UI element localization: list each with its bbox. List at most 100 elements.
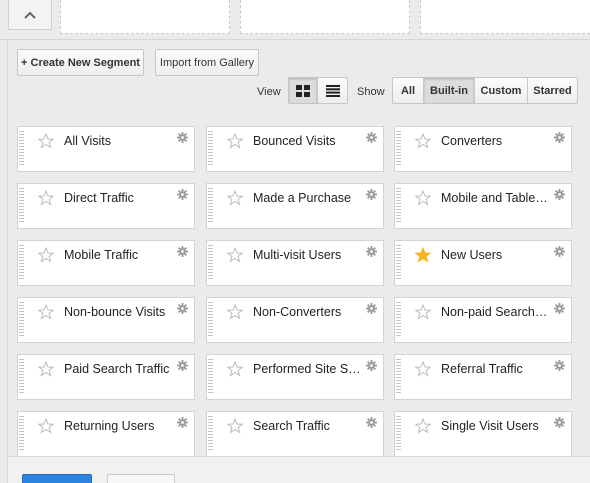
drag-handle[interactable] — [396, 188, 401, 224]
gear-icon[interactable] — [366, 132, 377, 143]
segment-tile[interactable]: Converters — [394, 126, 572, 172]
star-icon[interactable] — [38, 133, 54, 149]
segment-tile[interactable]: Search Traffic — [206, 411, 384, 457]
gear-icon[interactable] — [177, 303, 188, 314]
segment-name: Referral Traffic — [441, 362, 523, 376]
star-icon[interactable] — [415, 133, 431, 149]
drag-handle[interactable] — [208, 416, 213, 452]
segment-tile[interactable]: Paid Search Traffic — [17, 354, 195, 400]
star-icon[interactable] — [227, 133, 243, 149]
star-icon[interactable] — [415, 418, 431, 434]
filter-starred-button[interactable]: Starred — [528, 78, 577, 103]
gear-icon[interactable] — [177, 132, 188, 143]
gear-icon[interactable] — [366, 246, 377, 257]
star-icon[interactable] — [38, 418, 54, 434]
star-icon[interactable] — [38, 190, 54, 206]
star-icon[interactable] — [227, 418, 243, 434]
star-icon[interactable] — [227, 247, 243, 263]
gear-icon[interactable] — [177, 417, 188, 428]
grid-view-button[interactable] — [289, 78, 319, 103]
gear-icon[interactable] — [554, 132, 565, 143]
drag-handle[interactable] — [396, 359, 401, 395]
segment-name: Converters — [441, 134, 503, 148]
segment-slot[interactable] — [60, 0, 230, 34]
segment-tile[interactable]: Performed Site S… — [206, 354, 384, 400]
view-label: View — [257, 86, 281, 98]
segment-tile[interactable]: New Users — [394, 240, 572, 286]
gear-icon[interactable] — [366, 360, 377, 371]
segment-tile[interactable]: Multi-visit Users — [206, 240, 384, 286]
view-toggle — [288, 77, 348, 104]
segment-name: Bounced Visits — [253, 134, 336, 148]
drag-handle[interactable] — [19, 302, 24, 338]
segment-tile[interactable]: Single Visit Users — [394, 411, 572, 457]
segment-tile[interactable]: All Visits — [17, 126, 195, 172]
list-view-icon — [325, 84, 340, 97]
gear-icon[interactable] — [554, 417, 565, 428]
segment-tile[interactable]: Mobile Traffic — [17, 240, 195, 286]
segment-tile[interactable]: Non-bounce Visits — [17, 297, 195, 343]
drag-handle[interactable] — [396, 416, 401, 452]
segment-slot[interactable] — [420, 0, 590, 34]
drag-handle[interactable] — [208, 188, 213, 224]
star-icon[interactable] — [227, 190, 243, 206]
star-icon[interactable] — [415, 247, 431, 263]
filter-built-in-button[interactable]: Built-in — [424, 78, 475, 103]
gear-icon[interactable] — [366, 417, 377, 428]
segment-tile[interactable]: Non-Converters — [206, 297, 384, 343]
gear-icon[interactable] — [554, 189, 565, 200]
drag-handle[interactable] — [19, 245, 24, 281]
filter-toggle: All Built-in Custom Starred — [392, 77, 578, 104]
chevron-up-icon — [24, 11, 36, 19]
apply-button[interactable] — [22, 474, 92, 483]
gear-icon[interactable] — [366, 189, 377, 200]
star-icon[interactable] — [415, 304, 431, 320]
drag-handle[interactable] — [208, 359, 213, 395]
segment-name: Non-Converters — [253, 305, 342, 319]
gear-icon[interactable] — [177, 360, 188, 371]
segment-name: Performed Site S… — [253, 362, 361, 376]
gear-icon[interactable] — [554, 246, 565, 257]
create-segment-button[interactable]: + Create New Segment — [17, 49, 144, 76]
star-icon[interactable] — [38, 361, 54, 377]
segment-tile[interactable]: Non-paid Search … — [394, 297, 572, 343]
gear-icon[interactable] — [177, 189, 188, 200]
drag-handle[interactable] — [19, 131, 24, 167]
segment-tile[interactable]: Bounced Visits — [206, 126, 384, 172]
import-gallery-button[interactable]: Import from Gallery — [155, 49, 259, 76]
cancel-button[interactable] — [107, 474, 175, 483]
segment-tile[interactable]: Returning Users — [17, 411, 195, 457]
segment-tile[interactable]: Direct Traffic — [17, 183, 195, 229]
segment-tile[interactable]: Mobile and Table… — [394, 183, 572, 229]
segment-tile[interactable]: Referral Traffic — [394, 354, 572, 400]
drag-handle[interactable] — [396, 302, 401, 338]
drag-handle[interactable] — [396, 245, 401, 281]
star-icon[interactable] — [415, 361, 431, 377]
star-icon[interactable] — [227, 304, 243, 320]
drag-handle[interactable] — [208, 131, 213, 167]
collapse-button[interactable] — [8, 0, 52, 30]
drag-handle[interactable] — [208, 302, 213, 338]
star-icon[interactable] — [415, 190, 431, 206]
star-icon[interactable] — [38, 304, 54, 320]
segment-name: Non-paid Search … — [441, 305, 549, 319]
list-view-button[interactable] — [318, 78, 347, 103]
left-gutter — [0, 40, 8, 483]
segment-slot[interactable] — [240, 0, 410, 34]
drag-handle[interactable] — [208, 245, 213, 281]
star-icon[interactable] — [38, 247, 54, 263]
drag-handle[interactable] — [396, 131, 401, 167]
filter-custom-button[interactable]: Custom — [475, 78, 528, 103]
segment-name: All Visits — [64, 134, 112, 148]
gear-icon[interactable] — [177, 246, 188, 257]
segment-tile[interactable]: Made a Purchase — [206, 183, 384, 229]
gear-icon[interactable] — [554, 303, 565, 314]
segment-name: Multi-visit Users — [253, 248, 342, 262]
gear-icon[interactable] — [554, 360, 565, 371]
drag-handle[interactable] — [19, 188, 24, 224]
drag-handle[interactable] — [19, 359, 24, 395]
star-icon[interactable] — [227, 361, 243, 377]
gear-icon[interactable] — [366, 303, 377, 314]
drag-handle[interactable] — [19, 416, 24, 452]
filter-all-button[interactable]: All — [393, 78, 424, 103]
